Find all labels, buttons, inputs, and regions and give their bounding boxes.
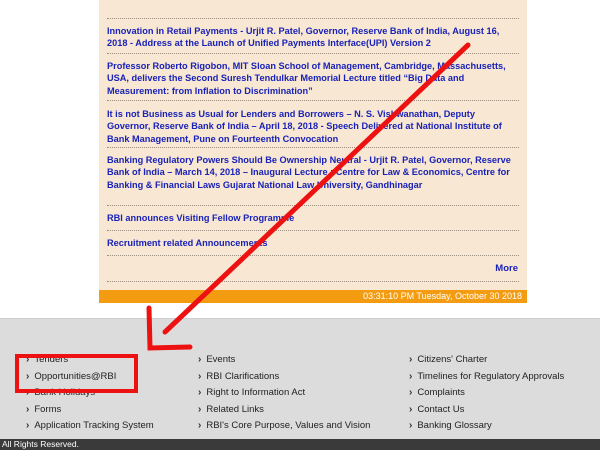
chevron-right-icon: › xyxy=(26,420,30,431)
footer-link-item[interactable]: › Events xyxy=(198,352,370,369)
footer-link-item[interactable]: › Right to Information Act xyxy=(198,385,370,402)
news-item[interactable]: Professor Roberto Rigobon, MIT Sloan Sch… xyxy=(107,60,519,97)
separator xyxy=(107,100,519,101)
chevron-right-icon: › xyxy=(198,387,202,398)
news-link[interactable]: It is not Business as Usual for Lenders … xyxy=(107,108,519,145)
footer-link-item[interactable]: › RBI Clarifications xyxy=(198,369,370,386)
footer-link-item[interactable]: › Forms xyxy=(26,402,154,419)
footer-link-item[interactable]: › Banking Glossary xyxy=(409,418,564,435)
separator xyxy=(107,205,519,206)
separator xyxy=(107,147,519,148)
news-panel: Innovation in Retail Payments - Urjit R.… xyxy=(99,0,527,290)
annotation-highlight-box xyxy=(15,354,138,393)
footer-link-citizens-charter[interactable]: Citizens' Charter xyxy=(417,354,487,365)
chevron-right-icon: › xyxy=(198,354,202,365)
footer-column-2: › Events › RBI Clarifications › Right to In… xyxy=(198,352,370,435)
chevron-right-icon: › xyxy=(198,420,202,431)
copyright-bar: All Rights Reserved. xyxy=(0,439,600,450)
footer-link-item[interactable]: › Complaints xyxy=(409,385,564,402)
news-link[interactable]: Banking Regulatory Powers Should Be Owne… xyxy=(107,154,519,191)
news-link[interactable]: Innovation in Retail Payments - Urjit R.… xyxy=(107,25,519,50)
footer-link-related-links[interactable]: Related Links xyxy=(206,404,264,415)
chevron-right-icon: › xyxy=(409,403,413,415)
chevron-right-icon: › xyxy=(198,403,202,415)
separator xyxy=(107,281,519,282)
footer-link-events[interactable]: Events xyxy=(206,354,235,365)
footer-link-core-purpose[interactable]: RBI's Core Purpose, Values and Vision xyxy=(206,420,370,431)
footer-link-item[interactable]: › RBI's Core Purpose, Values and Vision xyxy=(198,418,370,435)
separator xyxy=(107,53,519,54)
separator xyxy=(107,255,519,256)
news-item[interactable]: Banking Regulatory Powers Should Be Owne… xyxy=(107,154,519,191)
footer-link-item[interactable]: › Application Tracking System xyxy=(26,418,154,435)
chevron-right-icon: › xyxy=(409,370,413,382)
separator xyxy=(107,18,519,19)
footer-link-item[interactable]: › Citizens' Charter xyxy=(409,352,564,369)
news-link[interactable]: Professor Roberto Rigobon, MIT Sloan Sch… xyxy=(107,60,519,97)
clock-bar: 03:31:10 PM Tuesday, October 30 2018 xyxy=(99,290,527,303)
news-link[interactable]: RBI announces Visiting Fellow Programme xyxy=(107,212,519,224)
chevron-right-icon: › xyxy=(409,387,413,398)
footer-link-complaints[interactable]: Complaints xyxy=(417,387,465,398)
footer-link-item[interactable]: › Timelines for Regulatory Approvals xyxy=(409,369,564,386)
footer-column-3: › Citizens' Charter › Timelines for Regula… xyxy=(409,352,564,435)
news-item[interactable]: Innovation in Retail Payments - Urjit R.… xyxy=(107,25,519,50)
news-item[interactable]: RBI announces Visiting Fellow Programme xyxy=(107,212,519,224)
separator xyxy=(107,230,519,231)
chevron-right-icon: › xyxy=(26,403,30,415)
footer-link-banking-glossary[interactable]: Banking Glossary xyxy=(417,420,491,431)
more-link[interactable]: More xyxy=(495,263,518,274)
footer-link-rbi-clarifications[interactable]: RBI Clarifications xyxy=(206,371,279,382)
footer-link-application-tracking[interactable]: Application Tracking System xyxy=(34,420,153,431)
chevron-right-icon: › xyxy=(198,370,202,382)
main-content-area: Innovation in Retail Payments - Urjit R.… xyxy=(0,0,600,318)
footer-link-timelines[interactable]: Timelines for Regulatory Approvals xyxy=(417,371,564,382)
news-item[interactable]: Recruitment related Announcements xyxy=(107,237,519,249)
footer-link-item[interactable]: › Contact Us xyxy=(409,402,564,419)
clock-text: 03:31:10 PM Tuesday, October 30 2018 xyxy=(363,291,522,301)
footer-link-forms[interactable]: Forms xyxy=(34,404,61,415)
chevron-right-icon: › xyxy=(409,420,413,431)
footer-link-contact-us[interactable]: Contact Us xyxy=(417,404,464,415)
chevron-right-icon: › xyxy=(409,354,413,365)
footer-link-rti[interactable]: Right to Information Act xyxy=(206,387,305,398)
news-item[interactable]: It is not Business as Usual for Lenders … xyxy=(107,108,519,145)
footer-link-item[interactable]: › Related Links xyxy=(198,402,370,419)
copyright-text: All Rights Reserved. xyxy=(2,439,80,449)
news-link[interactable]: Recruitment related Announcements xyxy=(107,237,519,249)
